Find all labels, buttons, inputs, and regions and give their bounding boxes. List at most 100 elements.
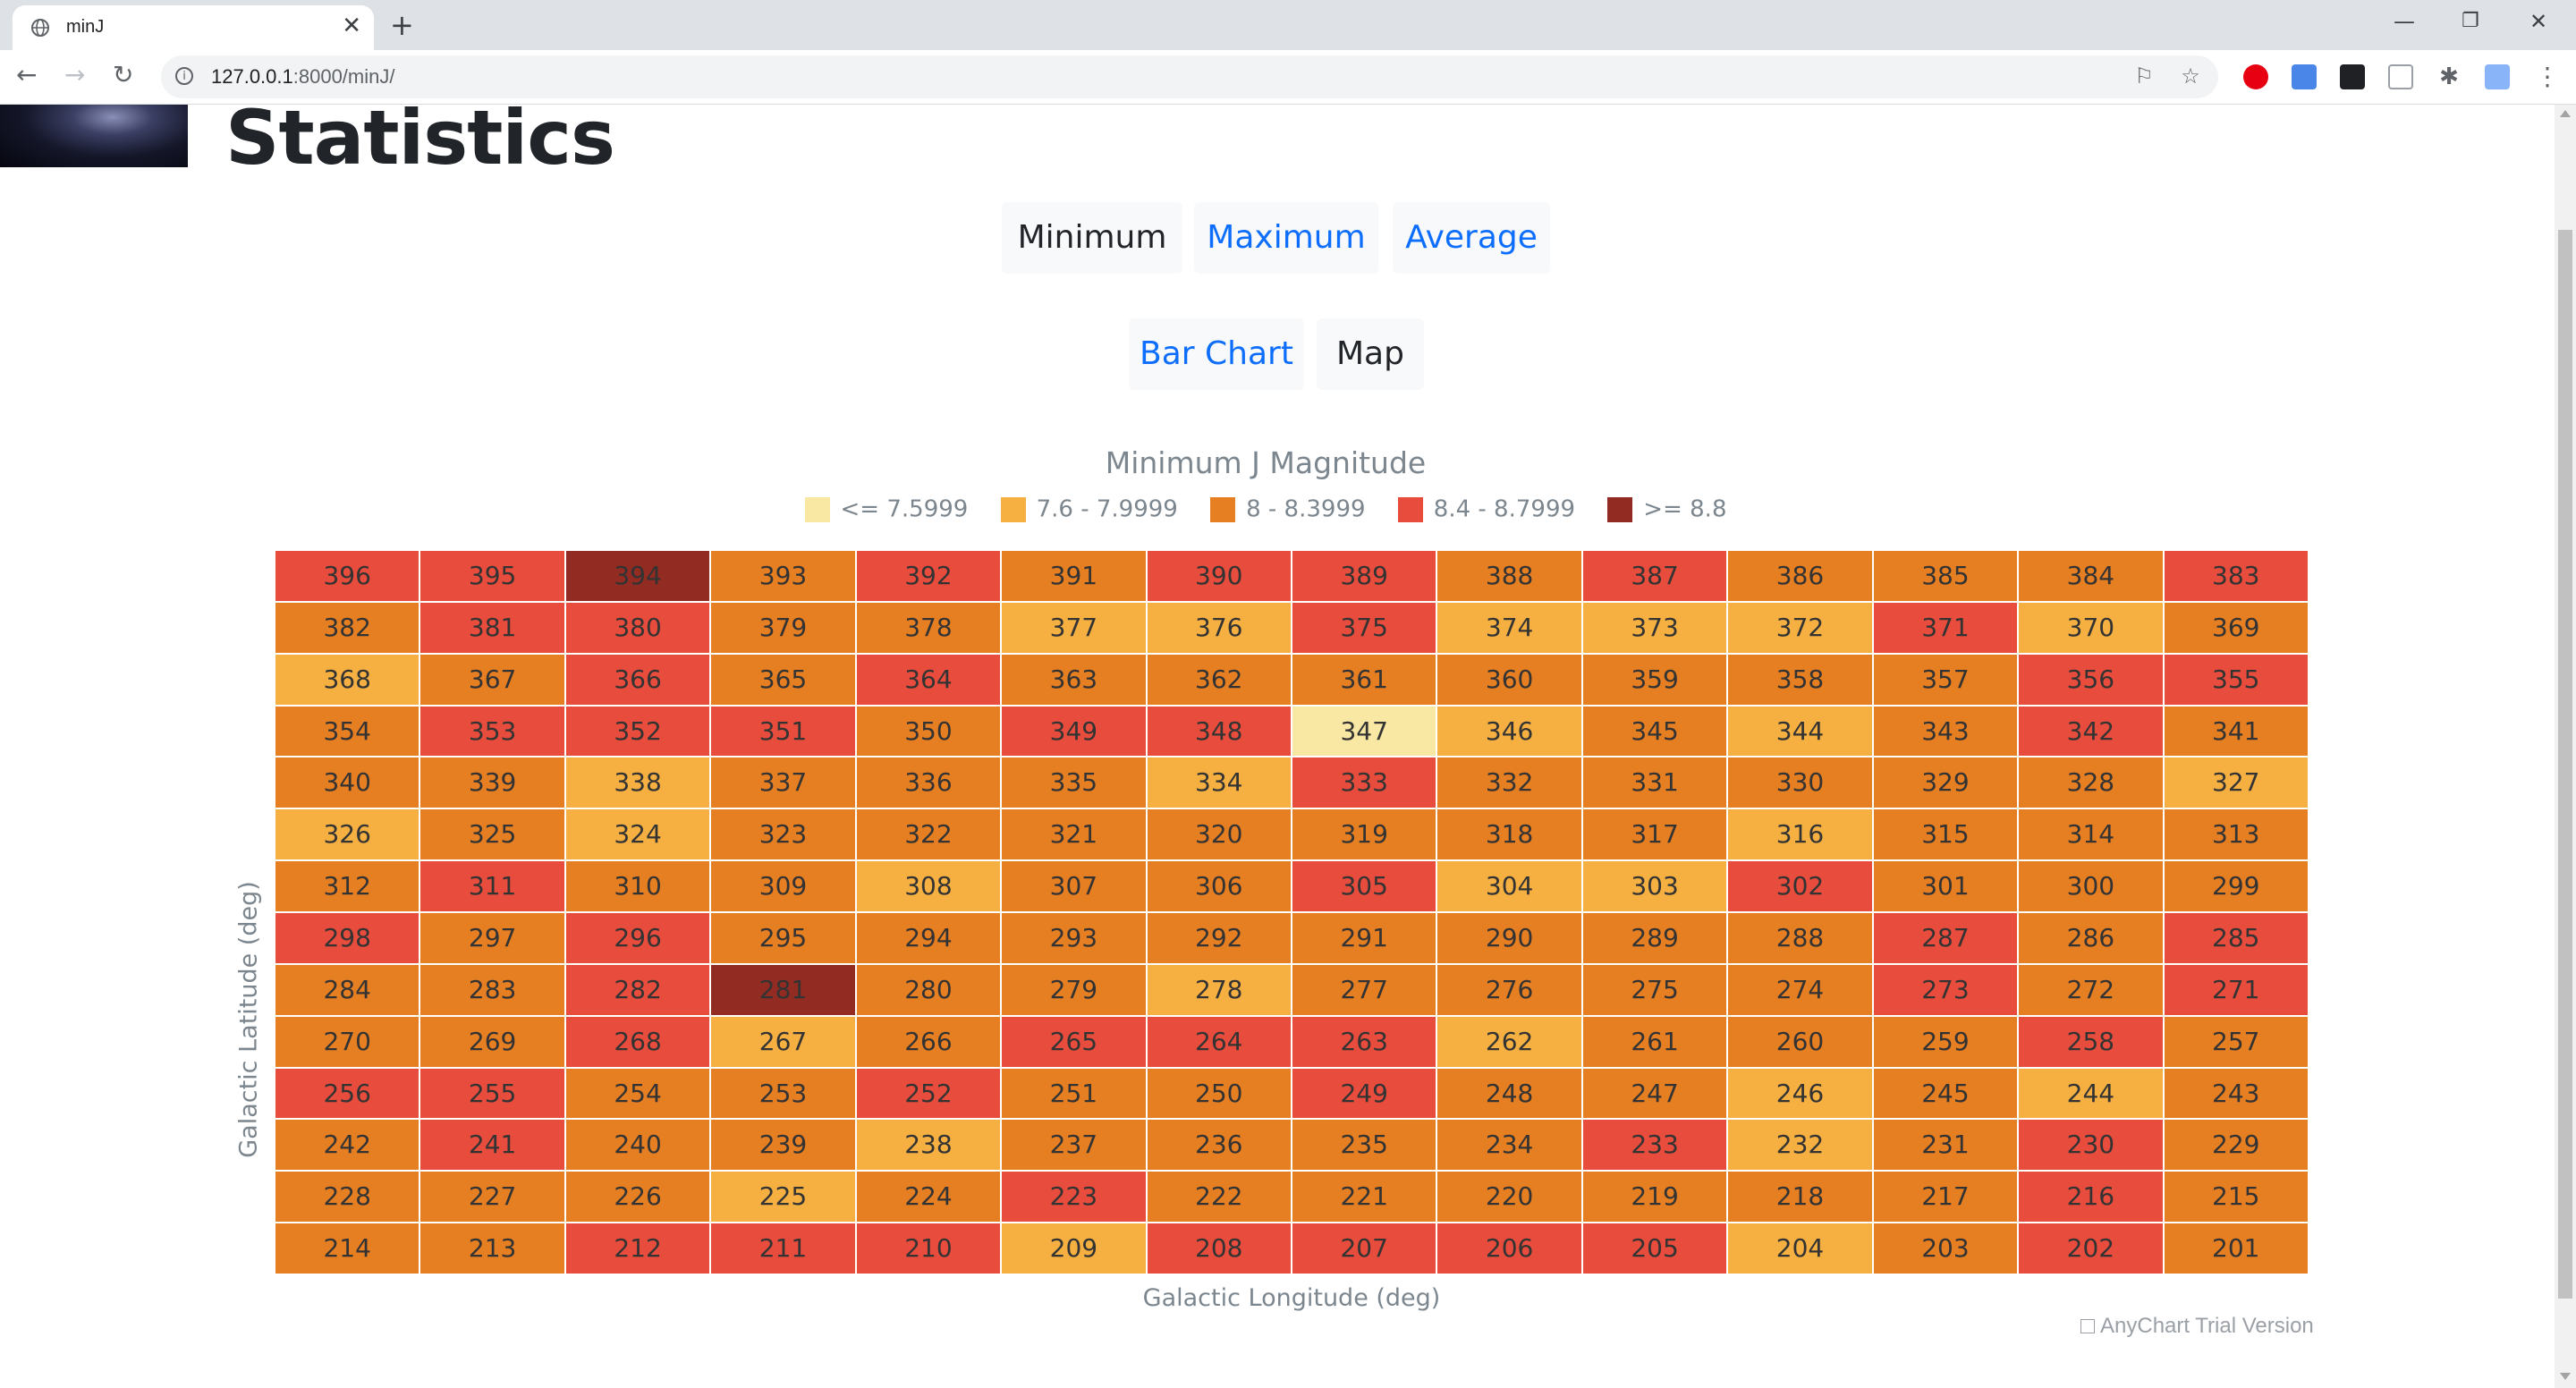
heatmap-cell[interactable]: 354 <box>275 705 420 757</box>
heatmap-cell[interactable]: 332 <box>1436 757 1582 809</box>
heatmap-cell[interactable]: 345 <box>1581 705 1728 757</box>
heatmap-cell[interactable]: 328 <box>2018 757 2164 809</box>
new-tab-icon[interactable]: + <box>390 9 414 41</box>
heatmap-cell[interactable]: 330 <box>1727 757 1873 809</box>
heatmap-cell[interactable]: 362 <box>1146 653 1292 706</box>
heatmap-cell[interactable]: 377 <box>1001 601 1147 654</box>
heatmap-cell[interactable]: 247 <box>1581 1067 1728 1120</box>
anychart-credit[interactable]: AnyChart Trial Version <box>2080 1314 2314 1339</box>
heatmap-cell[interactable]: 211 <box>710 1223 856 1274</box>
heatmap-cell[interactable]: 259 <box>1872 1015 2019 1068</box>
heatmap-cell[interactable]: 360 <box>1436 653 1582 706</box>
map-button[interactable]: Map <box>1317 318 1424 390</box>
heatmap-cell[interactable]: 311 <box>419 860 565 912</box>
heatmap-cell[interactable]: 373 <box>1581 601 1728 654</box>
average-button[interactable]: Average <box>1393 202 1550 274</box>
heatmap-cell[interactable]: 215 <box>2163 1171 2309 1223</box>
heatmap-cell[interactable]: 390 <box>1146 550 1292 602</box>
heatmap-cell[interactable]: 316 <box>1727 808 1873 861</box>
heatmap-cell[interactable]: 222 <box>1146 1171 1292 1223</box>
scroll-down-arrow-icon[interactable] <box>2560 1373 2571 1380</box>
heatmap-cell[interactable]: 229 <box>2163 1119 2309 1172</box>
browser-menu-icon[interactable]: ⋮ <box>2535 64 2560 89</box>
heatmap-cell[interactable]: 225 <box>710 1171 856 1223</box>
heatmap-cell[interactable]: 327 <box>2163 757 2309 809</box>
heatmap-cell[interactable]: 368 <box>275 653 420 706</box>
heatmap-cell[interactable]: 203 <box>1872 1223 2019 1274</box>
heatmap-cell[interactable]: 358 <box>1727 653 1873 706</box>
heatmap-cell[interactable]: 276 <box>1436 963 1582 1016</box>
heatmap-cell[interactable]: 310 <box>564 860 711 912</box>
heatmap-cell[interactable]: 219 <box>1581 1171 1728 1223</box>
heatmap-cell[interactable]: 237 <box>1001 1119 1147 1172</box>
heatmap-cell[interactable]: 254 <box>564 1067 711 1120</box>
heatmap-cell[interactable]: 253 <box>710 1067 856 1120</box>
browser-tab[interactable]: minJ ✕ <box>13 5 374 50</box>
heatmap-cell[interactable]: 326 <box>275 808 420 861</box>
heatmap-cell[interactable]: 281 <box>710 963 856 1016</box>
heatmap-cell[interactable]: 278 <box>1146 963 1292 1016</box>
restore-icon[interactable]: ❐ <box>2462 7 2479 36</box>
heatmap-cell[interactable]: 296 <box>564 912 711 964</box>
heatmap-cell[interactable]: 298 <box>275 912 420 964</box>
heatmap-cell[interactable]: 343 <box>1872 705 2019 757</box>
heatmap-cell[interactable]: 236 <box>1146 1119 1292 1172</box>
heatmap-cell[interactable]: 212 <box>564 1223 711 1274</box>
heatmap-cell[interactable]: 264 <box>1146 1015 1292 1068</box>
heatmap-cell[interactable]: 342 <box>2018 705 2164 757</box>
extensions-puzzle-icon[interactable]: ✱ <box>2436 64 2462 89</box>
heatmap-cell[interactable]: 395 <box>419 550 565 602</box>
heatmap-cell[interactable]: 238 <box>855 1119 1002 1172</box>
heatmap-cell[interactable]: 267 <box>710 1015 856 1068</box>
heatmap-cell[interactable]: 224 <box>855 1171 1002 1223</box>
heatmap-cell[interactable]: 266 <box>855 1015 1002 1068</box>
heatmap-cell[interactable]: 318 <box>1436 808 1582 861</box>
address-bar[interactable]: i 127.0.0.1:8000/minJ/ ⚐ ☆ <box>161 55 2218 98</box>
heatmap-cell[interactable]: 313 <box>2163 808 2309 861</box>
heatmap-cell[interactable]: 293 <box>1001 912 1147 964</box>
heatmap-cell[interactable]: 270 <box>275 1015 420 1068</box>
heatmap-cell[interactable]: 286 <box>2018 912 2164 964</box>
legend-item[interactable]: 7.6 - 7.9999 <box>1000 495 1178 523</box>
heatmap-cell[interactable]: 359 <box>1581 653 1728 706</box>
heatmap-cell[interactable]: 235 <box>1292 1119 1437 1172</box>
heatmap-cell[interactable]: 344 <box>1727 705 1873 757</box>
heatmap-cell[interactable]: 337 <box>710 757 856 809</box>
heatmap-cell[interactable]: 391 <box>1001 550 1147 602</box>
heatmap-cell[interactable]: 376 <box>1146 601 1292 654</box>
heatmap-cell[interactable]: 245 <box>1872 1067 2019 1120</box>
heatmap-cell[interactable]: 282 <box>564 963 711 1016</box>
legend-item[interactable]: 8 - 8.3999 <box>1210 495 1366 523</box>
minimum-button[interactable]: Minimum <box>1002 202 1182 274</box>
back-icon[interactable]: ← <box>16 59 37 91</box>
scroll-up-arrow-icon[interactable] <box>2560 110 2571 117</box>
heatmap-cell[interactable]: 380 <box>564 601 711 654</box>
bar-chart-button[interactable]: Bar Chart <box>1129 318 1304 390</box>
heatmap-cell[interactable]: 290 <box>1436 912 1582 964</box>
heatmap-cell[interactable]: 269 <box>419 1015 565 1068</box>
extension-blue-icon[interactable] <box>2485 64 2510 89</box>
heatmap-cell[interactable]: 274 <box>1727 963 1873 1016</box>
heatmap-cell[interactable]: 338 <box>564 757 711 809</box>
heatmap-cell[interactable]: 280 <box>855 963 1002 1016</box>
heatmap-cell[interactable]: 255 <box>419 1067 565 1120</box>
legend-item[interactable]: 8.4 - 8.7999 <box>1397 495 1575 523</box>
legend-item[interactable]: >= 8.8 <box>1607 495 1726 523</box>
heatmap-cell[interactable]: 322 <box>855 808 1002 861</box>
heatmap-cell[interactable]: 385 <box>1872 550 2019 602</box>
heatmap-cell[interactable]: 335 <box>1001 757 1147 809</box>
heatmap-cell[interactable]: 352 <box>564 705 711 757</box>
page-scrollbar[interactable] <box>2555 105 2576 1388</box>
heatmap-cell[interactable]: 230 <box>2018 1119 2164 1172</box>
heatmap-cell[interactable]: 315 <box>1872 808 2019 861</box>
heatmap-cell[interactable]: 265 <box>1001 1015 1147 1068</box>
extension-translate-icon[interactable] <box>2292 64 2317 89</box>
heatmap-cell[interactable]: 249 <box>1292 1067 1437 1120</box>
heatmap-cell[interactable]: 384 <box>2018 550 2164 602</box>
heatmap-cell[interactable]: 378 <box>855 601 1002 654</box>
heatmap-cell[interactable]: 291 <box>1292 912 1437 964</box>
heatmap-cell[interactable]: 204 <box>1727 1223 1873 1274</box>
heatmap-cell[interactable]: 372 <box>1727 601 1873 654</box>
heatmap-cell[interactable]: 379 <box>710 601 856 654</box>
scrollbar-thumb[interactable] <box>2558 230 2572 1299</box>
